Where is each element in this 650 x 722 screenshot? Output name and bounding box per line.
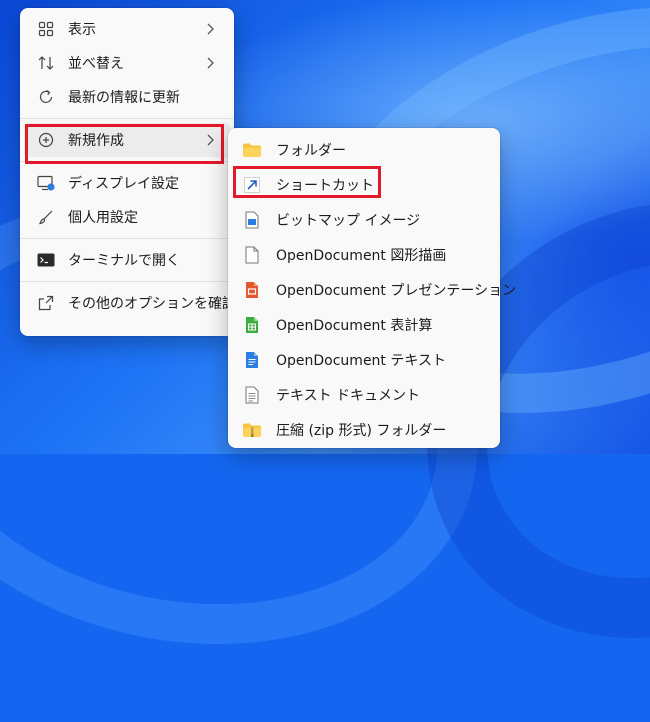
menu-separator	[20, 118, 234, 119]
submenu-item-label: ショートカット	[276, 177, 374, 194]
new-plus-icon	[36, 130, 56, 150]
presentation-icon	[242, 280, 262, 300]
spreadsheet-icon	[242, 315, 262, 335]
submenu-item-label: OpenDocument プレゼンテーション	[276, 282, 517, 299]
refresh-icon	[36, 87, 56, 107]
submenu-item-label: 圧縮 (zip 形式) フォルダー	[276, 422, 447, 439]
menu-item-label: 個人用設定	[68, 210, 138, 226]
menu-item-display-settings[interactable]: ディスプレイ設定	[24, 166, 230, 200]
menu-item-personalize[interactable]: 個人用設定	[24, 200, 230, 234]
desktop-context-menu: 表示 並べ替え 最新の情報に更新 新規作成 ディスプレイ設定 個人用設定 ターミ…	[20, 8, 236, 336]
menu-item-label: 新規作成	[68, 133, 124, 149]
terminal-icon	[36, 250, 56, 270]
personalize-brush-icon	[36, 207, 56, 227]
menu-item-label: 並べ替え	[68, 56, 124, 72]
submenu-item-zip-folder[interactable]: 圧縮 (zip 形式) フォルダー	[232, 412, 496, 447]
more-options-icon	[36, 293, 56, 313]
menu-item-more-options[interactable]: その他のオプションを確認	[24, 286, 236, 320]
grid-view-icon	[36, 19, 56, 39]
zip-folder-icon	[242, 420, 262, 440]
text-document-icon	[242, 350, 262, 370]
shortcut-arrow-icon	[242, 175, 262, 195]
new-submenu: フォルダー ショートカット ビットマップ イメージ OpenDocument 図…	[228, 128, 516, 448]
menu-item-view[interactable]: 表示	[24, 12, 230, 46]
submenu-item-label: OpenDocument 図形描画	[276, 247, 447, 264]
chevron-right-icon	[207, 23, 214, 35]
folder-icon	[242, 140, 262, 160]
menu-separator	[20, 238, 234, 239]
chevron-right-icon	[207, 57, 214, 69]
document-blank-icon	[242, 245, 262, 265]
menu-item-label: ディスプレイ設定	[68, 176, 180, 192]
submenu-item-od-spreadsheet[interactable]: OpenDocument 表計算	[232, 307, 496, 342]
menu-item-new[interactable]: 新規作成	[24, 123, 230, 157]
submenu-item-od-text[interactable]: OpenDocument テキスト	[232, 342, 496, 377]
sort-icon	[36, 53, 56, 73]
display-settings-icon	[36, 173, 56, 193]
submenu-item-od-drawing[interactable]: OpenDocument 図形描画	[232, 237, 496, 272]
bitmap-image-icon	[242, 210, 262, 230]
menu-item-refresh[interactable]: 最新の情報に更新	[24, 80, 230, 114]
submenu-item-shortcut[interactable]: ショートカット	[232, 167, 496, 202]
submenu-item-folder[interactable]: フォルダー	[232, 132, 496, 167]
menu-item-open-terminal[interactable]: ターミナルで開く	[24, 243, 230, 277]
menu-item-label: 最新の情報に更新	[68, 90, 180, 106]
menu-item-sort[interactable]: 並べ替え	[24, 46, 230, 80]
menu-separator	[20, 161, 234, 162]
submenu-item-label: OpenDocument 表計算	[276, 317, 433, 334]
submenu-item-bitmap[interactable]: ビットマップ イメージ	[232, 202, 496, 237]
submenu-item-label: フォルダー	[276, 142, 346, 159]
menu-separator	[20, 281, 234, 282]
submenu-item-label: ビットマップ イメージ	[276, 212, 421, 229]
text-file-icon	[242, 385, 262, 405]
chevron-right-icon	[207, 134, 214, 146]
menu-item-label: その他のオプションを確認	[68, 296, 236, 312]
submenu-item-od-presentation[interactable]: OpenDocument プレゼンテーション	[232, 272, 516, 307]
menu-item-label: 表示	[68, 22, 96, 38]
submenu-item-label: テキスト ドキュメント	[276, 387, 421, 404]
submenu-item-label: OpenDocument テキスト	[276, 352, 446, 369]
submenu-item-text-file[interactable]: テキスト ドキュメント	[232, 377, 496, 412]
menu-item-label: ターミナルで開く	[68, 253, 180, 269]
